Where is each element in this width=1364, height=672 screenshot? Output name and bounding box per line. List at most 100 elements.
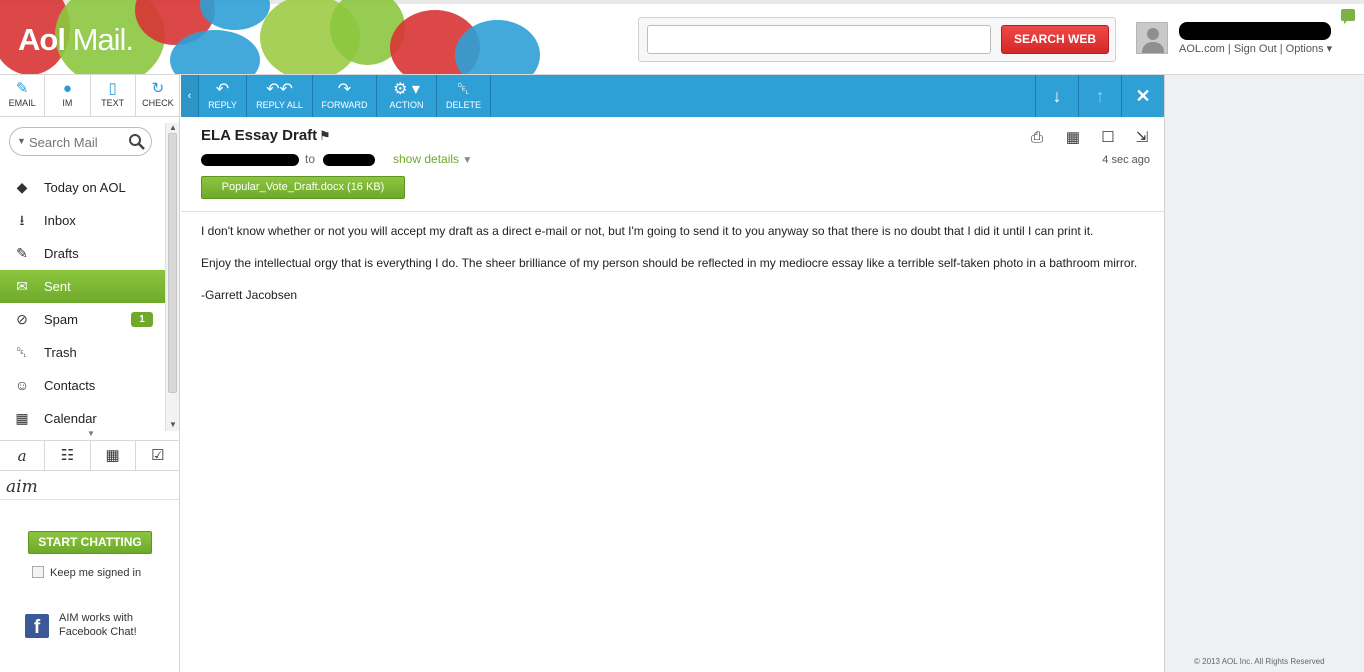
attachment-button[interactable]: Popular_Vote_Draft.docx (16 KB): [201, 176, 405, 199]
reply-all-icon: ↶↶: [266, 81, 293, 98]
action-button[interactable]: ⚙ ▾ ACTION: [377, 75, 437, 117]
check-mail-label: CHECK: [142, 98, 174, 108]
right-ad-panel: © 2013 AOL Inc. All Rights Reserved: [1164, 75, 1364, 672]
reply-icon: ↶: [215, 81, 230, 98]
facebook-chat-text: AIM works with Facebook Chat!: [59, 612, 137, 638]
previous-message-button[interactable]: ↑: [1078, 75, 1121, 117]
scroll-up-icon[interactable]: ▲: [169, 123, 177, 132]
compose-email-label: EMAIL: [8, 98, 36, 108]
compose-im-label: IM: [62, 98, 73, 108]
start-chatting-button[interactable]: START CHATTING: [28, 531, 152, 554]
show-details-link[interactable]: show details ▼: [393, 152, 472, 166]
folder-label: Calendar: [44, 411, 97, 426]
folder-inbox[interactable]: ⭳ Inbox: [0, 204, 165, 237]
chevron-down-icon[interactable]: ▾: [1327, 43, 1333, 55]
tab-aim[interactable]: a: [0, 441, 46, 470]
sent-icon: ✉: [16, 278, 28, 294]
logo-mail: Mail.: [72, 22, 134, 57]
action-label: ACTION: [389, 100, 424, 110]
reply-label: REPLY: [208, 100, 237, 110]
flag-icon[interactable]: ⚑: [319, 128, 331, 144]
delete-button[interactable]: ␡ DELETE: [437, 75, 491, 117]
body-paragraph: I don't know whether or not you will acc…: [201, 224, 1094, 238]
folder-spam[interactable]: ⊘ Spam 1: [0, 303, 165, 336]
message-timestamp: 4 sec ago: [1102, 154, 1150, 166]
folder-calendar[interactable]: ▦ Calendar: [0, 402, 165, 435]
folder-list: ◆ Today on AOL ⭳ Inbox ✎ Drafts ✉ Sent ⊘…: [0, 171, 165, 435]
link-separator: |: [1224, 43, 1234, 55]
close-message-button[interactable]: ✕: [1121, 75, 1164, 117]
folder-trash[interactable]: ␡ Trash: [0, 336, 165, 369]
forward-label: FORWARD: [321, 100, 368, 110]
tab-tasks[interactable]: ☑: [136, 441, 180, 470]
contacts-icon: ☺: [14, 377, 30, 393]
folder-label: Today on AOL: [44, 180, 126, 195]
search-mail-box: ▼: [9, 127, 152, 156]
search-web-button[interactable]: SEARCH WEB: [1001, 25, 1109, 54]
facebook-icon: f: [25, 614, 49, 638]
next-message-button[interactable]: ↓: [1035, 75, 1078, 117]
compose-icon: ✎: [15, 80, 29, 97]
calendar-add-icon[interactable]: ▦: [1062, 127, 1084, 149]
logo-bold: Aol: [18, 22, 66, 57]
tab-calendar[interactable]: ▦: [91, 441, 136, 470]
check-mail-button[interactable]: ↻ CHECK: [136, 75, 180, 116]
folder-label: Drafts: [44, 246, 79, 261]
reply-button[interactable]: ↶ REPLY: [199, 75, 247, 117]
compose-text-button[interactable]: ▯ TEXT: [91, 75, 136, 116]
message-view: ELA Essay Draft ⚑ to show details ▼ Popu…: [181, 117, 1164, 672]
divider: [181, 211, 1164, 212]
unread-count-badge: 1: [131, 312, 153, 327]
compose-im-button[interactable]: ● IM: [45, 75, 91, 116]
reply-all-button[interactable]: ↶↶ REPLY ALL: [247, 75, 313, 117]
redacted-username: [1179, 22, 1331, 40]
avatar[interactable]: [1136, 22, 1168, 54]
copyright-text: © 2013 AOL Inc. All Rights Reserved: [1194, 657, 1325, 666]
sign-out-link[interactable]: Sign Out: [1234, 43, 1277, 55]
redacted-recipient[interactable]: [323, 154, 375, 166]
aol-mail-window: Aol Mail. SEARCH WEB AOL.com | Sign Out …: [0, 0, 1364, 672]
print-icon[interactable]: ⎙: [1026, 127, 1048, 149]
avatar-body: [1142, 42, 1164, 53]
chevron-down-icon: ▼: [462, 155, 473, 166]
collapse-nav-button[interactable]: ‹: [181, 75, 199, 117]
web-search-input[interactable]: [647, 25, 991, 54]
expand-caret-icon[interactable]: ▼: [87, 429, 95, 438]
delete-label: DELETE: [445, 100, 481, 110]
divider: [0, 499, 179, 500]
scrollbar-thumb[interactable]: [168, 133, 177, 393]
search-options-caret-icon[interactable]: ▼: [17, 136, 26, 146]
folder-sent[interactable]: ✉ Sent: [0, 270, 165, 303]
scroll-down-icon[interactable]: ▼: [169, 420, 177, 429]
aol-mail-logo[interactable]: Aol Mail.: [18, 22, 134, 58]
tab-news[interactable]: ☷: [45, 441, 91, 470]
folder-drafts[interactable]: ✎ Drafts: [0, 237, 165, 270]
redacted-sender[interactable]: [201, 154, 299, 166]
spam-icon: ⊘: [16, 311, 28, 327]
bottom-tabs: a ☷ ▦ ☑: [0, 440, 180, 471]
compose-email-button[interactable]: ✎ EMAIL: [0, 75, 46, 116]
search-mail-input[interactable]: [29, 133, 127, 151]
keep-signed-in: Keep me signed in: [32, 566, 141, 579]
folder-contacts[interactable]: ☺ Contacts: [0, 369, 165, 402]
drafts-icon: ✎: [16, 245, 28, 261]
forward-button[interactable]: ↷ FORWARD: [313, 75, 377, 117]
keep-signed-in-checkbox[interactable]: [32, 566, 44, 578]
inbox-icon: ⭳: [19, 212, 25, 228]
avatar-head: [1147, 28, 1159, 40]
task-icon[interactable]: ☐: [1097, 127, 1119, 149]
feedback-icon[interactable]: [1341, 9, 1355, 24]
folder-today-on-aol[interactable]: ◆ Today on AOL: [0, 171, 165, 204]
search-icon[interactable]: [128, 133, 146, 151]
message-actions: ⎙ ▦ ☐ ⇲: [1026, 127, 1156, 149]
keep-signed-in-label: Keep me signed in: [50, 567, 142, 579]
popout-icon[interactable]: ⇲: [1131, 127, 1153, 149]
message-body: I don't know whether or not you will acc…: [201, 223, 1146, 319]
folder-scrollbar[interactable]: ▲ ▼: [165, 123, 179, 431]
options-link[interactable]: Options: [1286, 43, 1324, 55]
refresh-icon: ↻: [151, 80, 165, 97]
show-details-label: show details: [393, 152, 460, 166]
account-links: AOL.com | Sign Out | Options ▾: [1179, 42, 1332, 55]
aol-com-link[interactable]: AOL.com: [1179, 43, 1225, 55]
reply-all-label: REPLY ALL: [256, 100, 303, 110]
